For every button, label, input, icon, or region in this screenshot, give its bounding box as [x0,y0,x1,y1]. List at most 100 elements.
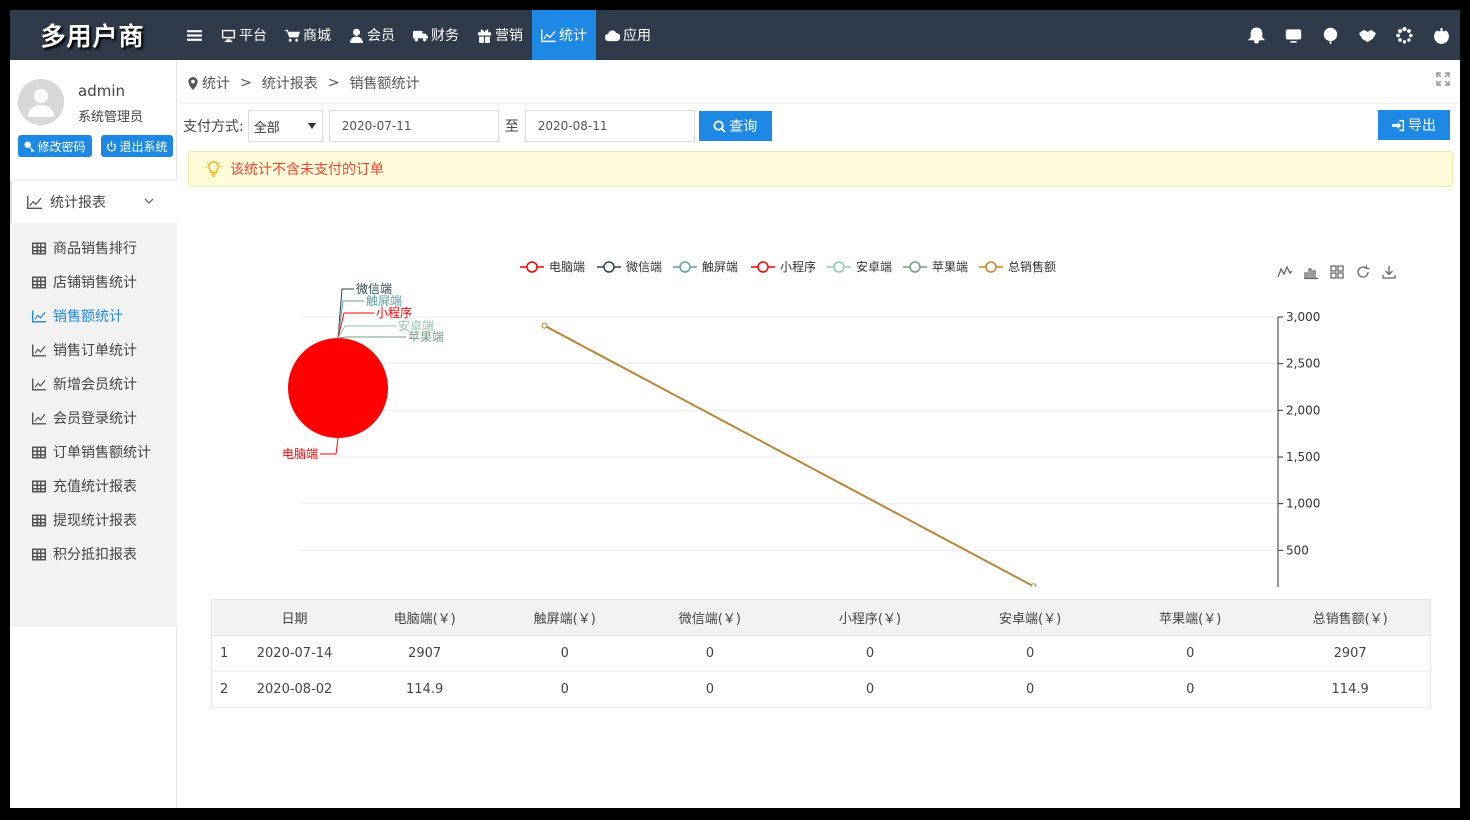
change-password-button[interactable]: 修改密码 [18,135,92,157]
sidebar-item-label: 会员登录统计 [53,411,137,427]
loading-button[interactable] [1386,10,1423,60]
sidebar-item-label: 提现统计报表 [53,513,137,529]
top-navbar: 多用户商 平台 商城 会员 财务 营销 统计 应用 [10,10,1460,60]
breadcrumb-separator: > [240,75,252,91]
nav-label: 财务 [431,28,459,44]
y-tick-label: 2,000 [1286,403,1320,417]
table-cell: 2907 [349,635,500,672]
tiled-icon[interactable] [1330,265,1344,279]
table-header-cell: 日期 [239,599,350,636]
query-button[interactable]: 查询 [698,111,772,141]
sidebar-item-label: 充值统计报表 [53,479,137,495]
brand-logo[interactable]: 多用户商 [10,10,175,60]
line-chart-icon[interactable] [1277,265,1293,278]
restore-icon[interactable] [1357,265,1370,278]
start-date-input[interactable]: 2020-07-11 [328,110,499,142]
notifications-button[interactable] [1238,10,1275,60]
bell-icon [1248,27,1265,43]
nav-item-statistics[interactable]: 统计 [532,10,596,60]
table-cell: 114.9 [1270,671,1431,708]
cloud-icon [605,30,620,41]
y-tick-label: 3,000 [1286,310,1320,324]
sidebar-item-label: 销售订单统计 [53,343,137,359]
power-button[interactable] [1423,10,1460,60]
table-header-cell: 安卓端(￥) [950,599,1111,636]
sidebar-item[interactable]: 新增会员统计 [10,367,177,401]
lightbulb-icon [205,160,222,177]
sidebar-item[interactable]: 会员登录统计 [10,401,177,435]
nav-item-platform[interactable]: 平台 [212,10,276,60]
avatar[interactable] [18,79,64,125]
table-icon [32,514,46,526]
sidebar-item-label: 新增会员统计 [53,377,137,393]
nav-item-member[interactable]: 会员 [340,10,404,60]
breadcrumb-item[interactable]: 统计 [202,73,230,93]
pay-method-label: 支付方式: [183,119,244,135]
search-icon [713,119,726,133]
sidebar-section-label: 统计报表 [50,195,106,211]
sidebar-item[interactable]: 销售订单统计 [10,333,177,367]
legend-label: 微信端 [626,260,662,274]
sidebar-item[interactable]: 店铺销售统计 [10,265,177,299]
app-window: 多用户商 平台 商城 会员 财务 营销 统计 应用 admin 系统管理员 修改… [10,10,1460,808]
power-icon [107,140,117,152]
spinner-icon [1396,26,1413,44]
sign-in-icon [1392,119,1405,131]
user-role: 系统管理员 [78,110,144,125]
sidebar-item-label: 销售额统计 [53,309,123,325]
nav-item-apps[interactable]: 应用 [596,10,660,60]
table-header-cell: 电脑端(￥) [349,599,500,636]
sidebar-item[interactable]: 充值统计报表 [10,469,177,503]
line-chart-icon [32,412,46,424]
sidebar-section-reports[interactable]: 统计报表 [10,181,177,223]
table-cell-index: 2 [211,671,240,708]
series-line [544,324,1034,587]
key-icon [24,140,36,152]
sidebar-item[interactable]: 销售额统计 [10,299,177,333]
table-cell: 0 [499,671,630,708]
fullscreen-icon[interactable] [1436,72,1450,86]
notice-banner: 该统计不含未支付的订单 [188,151,1453,187]
end-date-input[interactable]: 2020-08-11 [524,110,695,142]
download-icon[interactable] [1382,266,1396,279]
table-cell: 0 [950,671,1111,708]
sidebar-item[interactable]: 积分抵扣报表 [10,537,177,571]
bar-chart-icon[interactable] [1304,268,1318,280]
location-button[interactable] [1312,10,1349,60]
nav-item-marketing[interactable]: 营销 [468,10,532,60]
default-avatar-icon [18,79,64,125]
pie-slice [288,338,388,438]
export-button[interactable]: 导出 [1378,110,1450,140]
nav-item-mall[interactable]: 商城 [276,10,340,60]
divider [178,103,1460,104]
nav-item-finance[interactable]: 财务 [404,10,468,60]
table-cell: 0 [1110,635,1271,672]
pin-icon [1323,27,1338,44]
pay-method-select[interactable]: 全部 [247,110,323,142]
table-row: 1 2020-07-14 2907 0 0 0 0 0 2907 [211,635,1431,672]
table-cell: 2020-08-02 [239,671,350,708]
map-marker-icon [188,76,198,90]
desktop-button[interactable] [1275,10,1312,60]
user-name: admin [78,82,125,100]
sidebar-item[interactable]: 提现统计报表 [10,503,177,537]
partner-button[interactable] [1349,10,1386,60]
pie-leader-line [337,300,364,339]
sales-chart: 电脑端微信端触屏端小程序安卓端苹果端总销售额05001,0001,5002,00… [282,259,1396,587]
breadcrumb-separator: > [327,75,340,91]
sidebar-item[interactable]: 订单销售额统计 [10,435,177,469]
table-cell: 114.9 [349,671,500,708]
nav-label: 统计 [559,28,587,44]
table-cell: 0 [1110,671,1271,708]
y-tick-label: 500 [1286,543,1309,557]
logout-button[interactable]: 退出系统 [101,135,173,157]
desktop-icon [1285,28,1302,43]
table-cell: 0 [789,671,951,708]
breadcrumb-item[interactable]: 统计报表 [262,73,318,93]
chevron-down-icon [144,198,154,204]
menu-toggle-button[interactable] [175,10,212,60]
line-chart-icon [32,378,46,390]
main-content: 统计 > 统计报表 > 销售额统计 支付方式: 全部 2020-07-11 至 … [178,60,1460,808]
nav-label: 应用 [623,28,651,44]
sidebar-item[interactable]: 商品销售排行 [10,231,177,265]
